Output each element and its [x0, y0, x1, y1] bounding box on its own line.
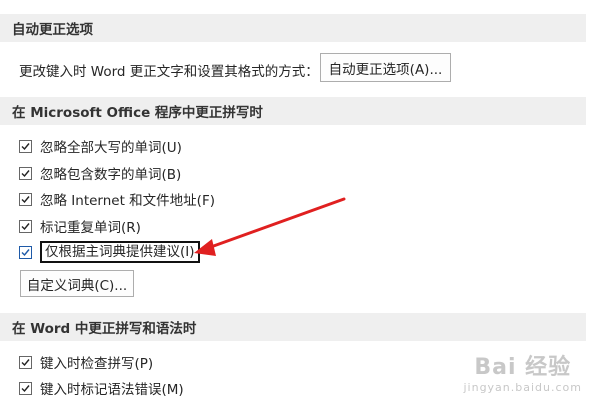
watermark-bottom-text: jingyan.baidu.com — [463, 381, 582, 394]
watermark-top-text: Bai 经验 — [474, 355, 572, 380]
baidu-watermark: Bai 经验 jingyan.baidu.com — [463, 349, 582, 394]
annotation-arrow-icon — [194, 197, 346, 256]
